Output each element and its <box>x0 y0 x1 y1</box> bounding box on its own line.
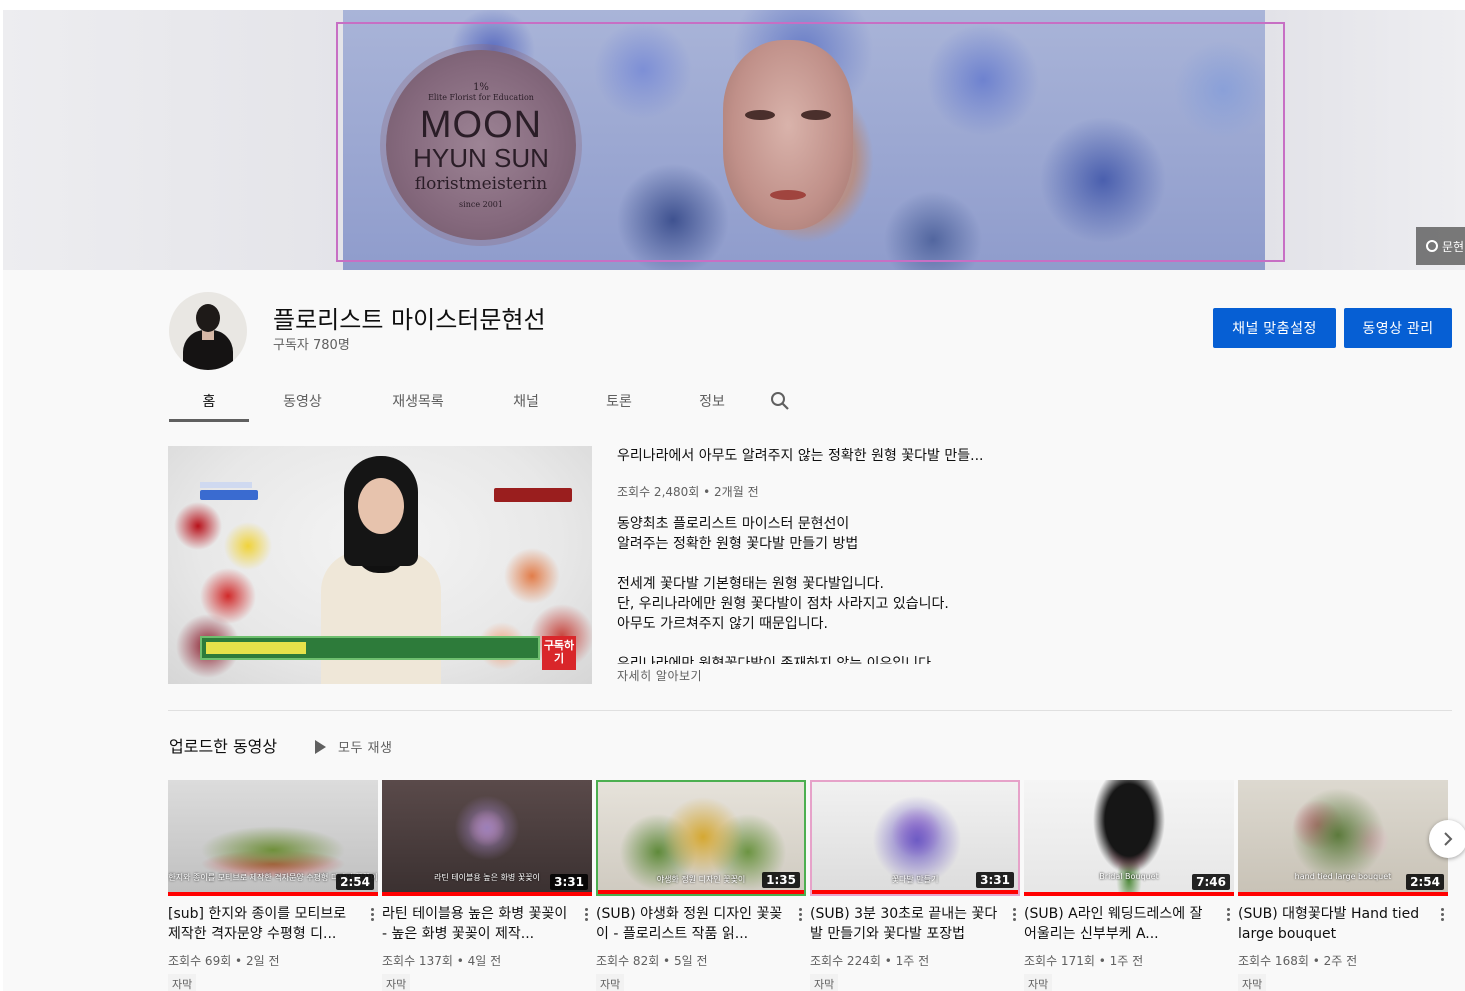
uploads-shelf-title[interactable]: 업로드한 동영상 <box>169 733 277 757</box>
play-all-label: 모두 재생 <box>338 741 393 756</box>
video-thumbnail[interactable]: hand tied large bouquet 2:54 <box>1238 780 1448 896</box>
video-duration: 2:54 <box>336 874 374 890</box>
banner-link[interactable]: 문현 <box>1416 227 1465 265</box>
video-card[interactable]: 한지와 종이를 모티브로 제작한 격자문양 수평형 디자인 꽃꽂이 2:54 [… <box>168 780 378 991</box>
featured-video-description: 동양최초 플로리스트 마이스터 문현선이 알려주는 정확한 원형 꽃다발 만들기… <box>617 514 1057 664</box>
tab-home[interactable]: 홈 <box>169 380 249 422</box>
more-vert-icon[interactable] <box>366 904 378 924</box>
customize-channel-button[interactable]: 채널 맞춤설정 <box>1213 308 1336 348</box>
watch-progress-bar <box>812 890 1018 894</box>
thumbnail-subscribe-badge: 구독하기 <box>542 636 576 670</box>
watch-progress-bar <box>382 892 592 896</box>
description-line: 전세계 꽃다발 기본형태는 원형 꽃다발입니다. <box>617 576 884 592</box>
watch-progress-bar <box>168 892 378 896</box>
video-duration: 3:31 <box>976 872 1014 888</box>
video-title[interactable]: (SUB) 대형꽃다발 Hand tied large bouquet <box>1238 904 1428 944</box>
tab-about[interactable]: 정보 <box>666 380 758 422</box>
video-meta: 조회수 82회 • 5일 전 <box>596 954 708 968</box>
tab-videos[interactable]: 동영상 <box>249 380 356 422</box>
video-title[interactable]: (SUB) 야생화 정원 디자인 꽃꽂이 - 플로리스트 작품 읽... <box>596 904 786 944</box>
video-duration: 2:54 <box>1406 874 1444 890</box>
watch-progress-bar <box>1024 892 1234 896</box>
play-icon <box>315 739 326 754</box>
description-line: 단, 우리나라에만 원형 꽃다발이 점차 사라지고 있습니다. <box>617 596 949 612</box>
video-card[interactable]: 꽃다발 만들기 3:31 (SUB) 3분 30초로 끝내는 꽃다발 만들기와 … <box>810 780 1020 991</box>
featured-video-meta: 조회수 2,480회 • 2개월 전 <box>617 485 759 499</box>
channel-tabs: 홈 동영상 재생목록 채널 토론 정보 <box>169 380 802 422</box>
tab-search-button[interactable] <box>758 380 802 422</box>
chevron-right-icon <box>1444 832 1453 846</box>
banner-link-label: 문현 <box>1442 239 1465 254</box>
more-vert-icon[interactable] <box>1008 904 1020 924</box>
channel-name: 플로리스트 마이스터문현선 <box>273 306 546 334</box>
video-title[interactable]: 라틴 테이블용 높은 화병 꽃꽂이 - 높은 화병 꽃꽂이 제작... <box>382 904 572 944</box>
caption-badge: 자막 <box>168 974 197 991</box>
more-vert-icon[interactable] <box>1436 904 1448 924</box>
watch-progress-bar <box>598 890 804 894</box>
play-all-button[interactable]: 모두 재생 <box>315 737 392 756</box>
video-card[interactable]: 라틴 테이블용 높은 화병 꽃꽂이 3:31 라틴 테이블용 높은 화병 꽃꽂이… <box>382 780 592 991</box>
channel-home-content: 구독하기 우리나라에서 아무도 알려주지 않는 정확한 원형 꽃다발 만들...… <box>3 422 1465 991</box>
video-duration: 1:35 <box>762 872 800 888</box>
banner-safe-area-frame <box>336 22 1285 262</box>
video-meta: 조회수 137회 • 4일 전 <box>382 954 502 968</box>
video-thumbnail[interactable]: 야생화 정원 디자인 꽃꽂이 1:35 <box>596 780 806 896</box>
description-line: 동양최초 플로리스트 마이스터 문현선이 <box>617 516 850 532</box>
video-title[interactable]: (SUB) A라인 웨딩드레스에 잘 어울리는 신부부케 A... <box>1024 904 1214 944</box>
avatar[interactable] <box>169 292 247 370</box>
more-vert-icon[interactable] <box>1222 904 1234 924</box>
shelf-next-button[interactable] <box>1429 820 1465 858</box>
caption-badge: 자막 <box>1238 974 1267 991</box>
video-card[interactable]: 야생화 정원 디자인 꽃꽂이 1:35 (SUB) 야생화 정원 디자인 꽃꽂이… <box>596 780 806 991</box>
more-vert-icon[interactable] <box>794 904 806 924</box>
video-thumbnail[interactable]: 한지와 종이를 모티브로 제작한 격자문양 수평형 디자인 꽃꽂이 2:54 <box>168 780 378 896</box>
description-line: 우리나라에만 원형꽃다발이 존재하지 않는 이유입니다 <box>617 656 932 664</box>
video-thumbnail[interactable]: Bridal Bouquet 7:46 <box>1024 780 1234 896</box>
channel-header: 플로리스트 마이스터문현선 구독자 780명 채널 맞춤설정 동영상 관리 홈 … <box>3 270 1465 422</box>
caption-badge: 자막 <box>810 974 839 991</box>
section-divider <box>168 710 1452 711</box>
globe-icon <box>1426 240 1438 252</box>
read-more-link[interactable]: 자세히 알아보기 <box>617 667 702 684</box>
description-line: 알려주는 정확한 원형 꽃다발 만들기 방법 <box>617 536 859 552</box>
video-duration: 7:46 <box>1192 874 1230 890</box>
search-icon <box>771 392 789 410</box>
video-title[interactable]: [sub] 한지와 종이를 모티브로 제작한 격자문양 수평형 디... <box>168 904 358 944</box>
featured-video-title[interactable]: 우리나라에서 아무도 알려주지 않는 정확한 원형 꽃다발 만들... <box>617 445 1037 465</box>
video-duration: 3:31 <box>550 874 588 890</box>
video-title[interactable]: (SUB) 3분 30초로 끝내는 꽃다발 만들기와 꽃다발 포장법 <box>810 904 1000 944</box>
manage-videos-button[interactable]: 동영상 관리 <box>1344 308 1452 348</box>
subscriber-count: 구독자 780명 <box>273 338 350 353</box>
tab-playlists[interactable]: 재생목록 <box>356 380 480 422</box>
featured-video-thumbnail[interactable]: 구독하기 <box>168 446 592 684</box>
video-meta: 조회수 168회 • 2주 전 <box>1238 954 1358 968</box>
video-meta: 조회수 69회 • 2일 전 <box>168 954 280 968</box>
more-vert-icon[interactable] <box>580 904 592 924</box>
description-line: 아무도 가르쳐주지 않기 때문입니다. <box>617 616 828 632</box>
caption-badge: 자막 <box>596 974 625 991</box>
video-card[interactable]: Bridal Bouquet 7:46 (SUB) A라인 웨딩드레스에 잘 어… <box>1024 780 1234 991</box>
watch-progress-bar <box>1238 892 1448 896</box>
channel-banner: 1% Elite Florist for Education MOON HYUN… <box>3 10 1465 270</box>
video-meta: 조회수 224회 • 1주 전 <box>810 954 930 968</box>
video-thumbnail[interactable]: 라틴 테이블용 높은 화병 꽃꽂이 3:31 <box>382 780 592 896</box>
tab-channels[interactable]: 채널 <box>480 380 572 422</box>
caption-badge: 자막 <box>1024 974 1053 991</box>
video-card[interactable]: hand tied large bouquet 2:54 (SUB) 대형꽃다발… <box>1238 780 1448 991</box>
tab-discussion[interactable]: 토론 <box>572 380 666 422</box>
video-meta: 조회수 171회 • 1주 전 <box>1024 954 1144 968</box>
caption-badge: 자막 <box>382 974 411 991</box>
banner-background-left <box>3 10 343 270</box>
video-thumbnail[interactable]: 꽃다발 만들기 3:31 <box>810 780 1020 896</box>
